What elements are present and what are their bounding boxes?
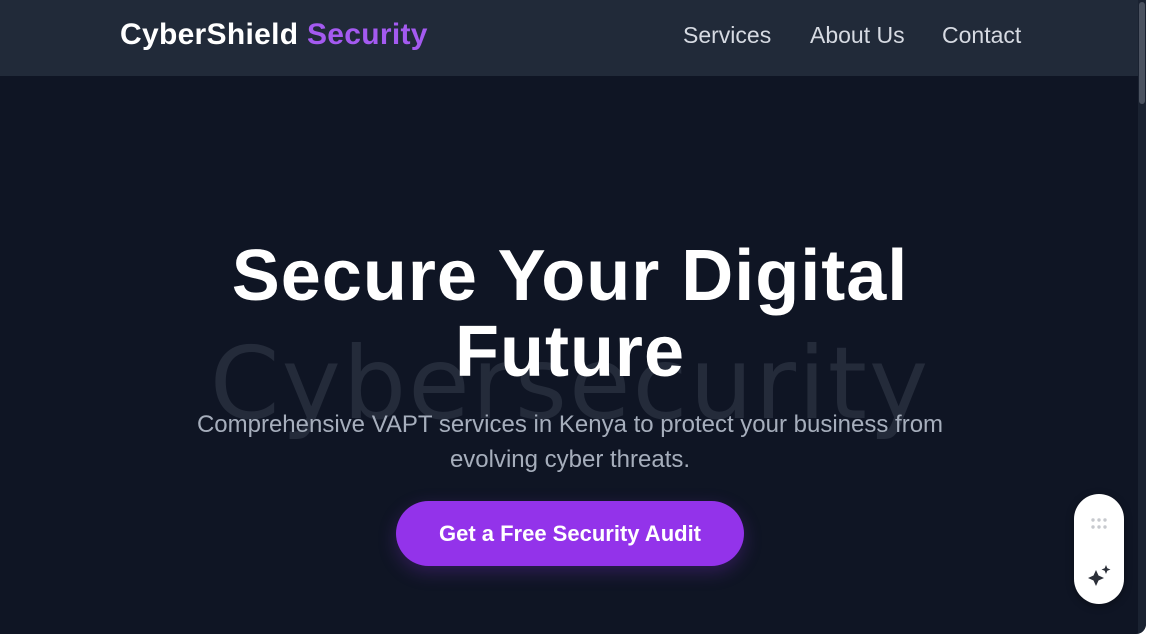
site-header: CyberShield Security Services About Us C… [0, 0, 1146, 76]
nav-link-about-us[interactable]: About Us [810, 22, 905, 49]
hero-title-line-2: Future [455, 312, 685, 392]
nav-link-services[interactable]: Services [683, 22, 771, 49]
scrollbar-thumb[interactable] [1139, 2, 1145, 104]
free-security-audit-button[interactable]: Get a Free Security Audit [396, 501, 744, 566]
brand-logo[interactable]: CyberShield Security [120, 18, 428, 52]
hero-subtitle: Comprehensive VAPT services in Kenya to … [196, 411, 944, 473]
brand-name: CyberShield [120, 18, 299, 51]
floating-widget [1074, 494, 1124, 604]
brand-accent: Security [307, 18, 428, 51]
hero-title: Secure Your Digital Future [0, 238, 1140, 390]
drag-handle-icon[interactable] [1090, 516, 1108, 532]
hero-title-line-1: Secure Your Digital [231, 236, 909, 316]
nav-link-contact[interactable]: Contact [942, 22, 1021, 49]
sparkle-icon[interactable] [1088, 564, 1112, 586]
scrollbar[interactable] [1138, 0, 1146, 634]
page: CyberShield Security Services About Us C… [0, 0, 1146, 634]
